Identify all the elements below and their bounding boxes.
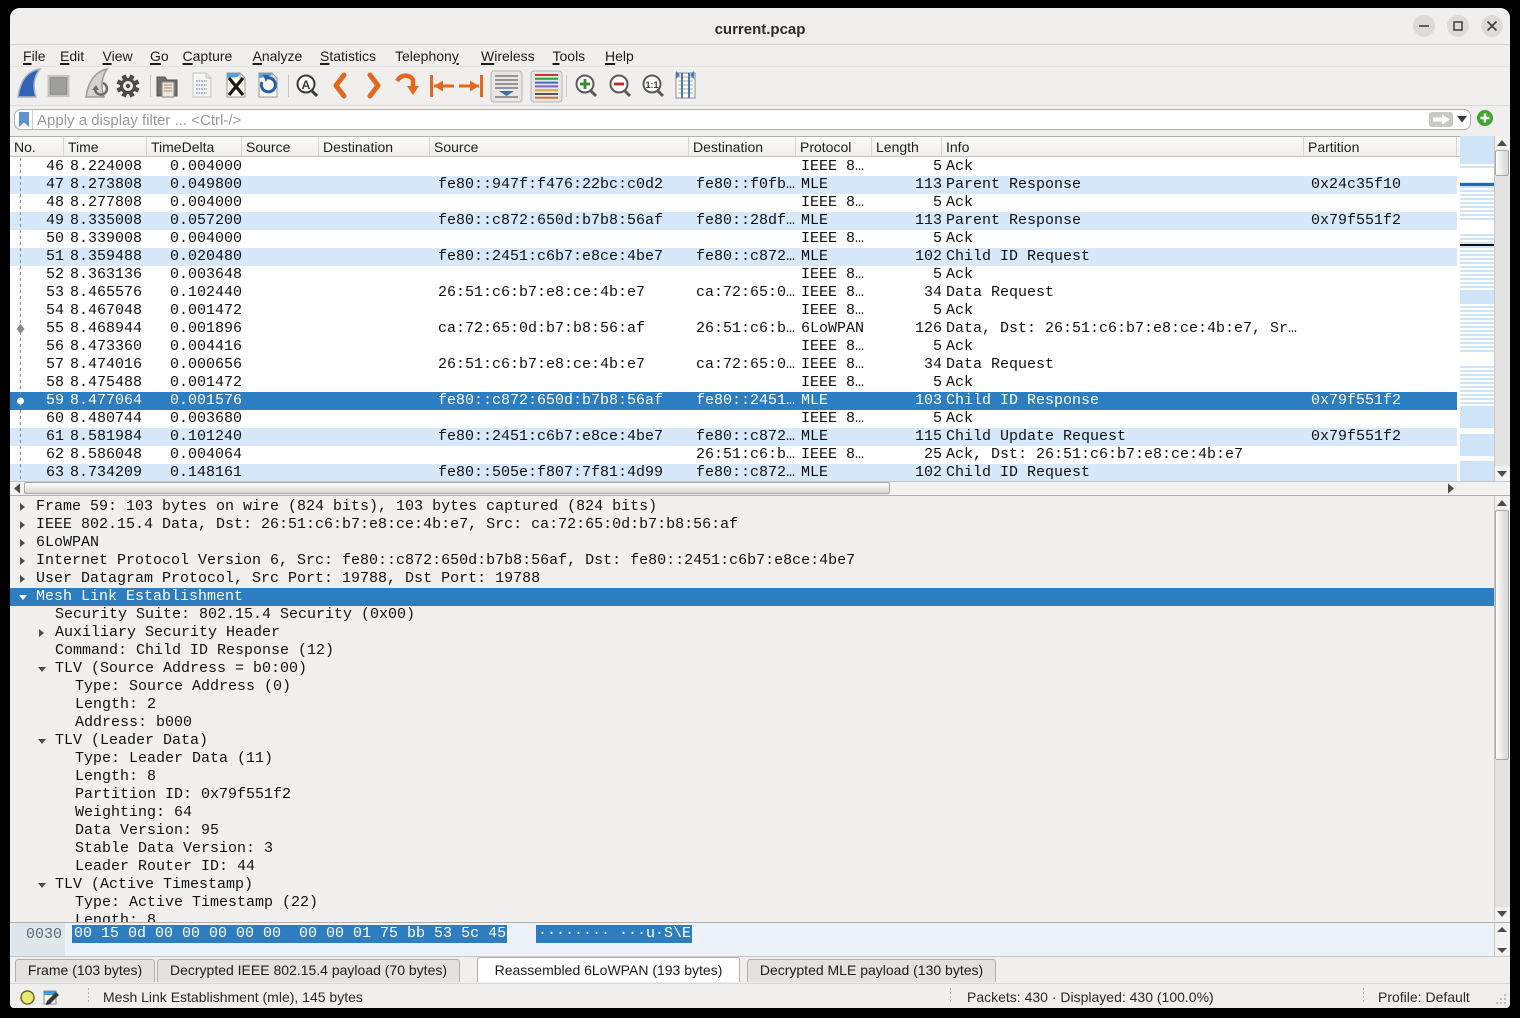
svg-text:A: A <box>302 78 311 92</box>
svg-text:1:1: 1:1 <box>645 80 658 90</box>
